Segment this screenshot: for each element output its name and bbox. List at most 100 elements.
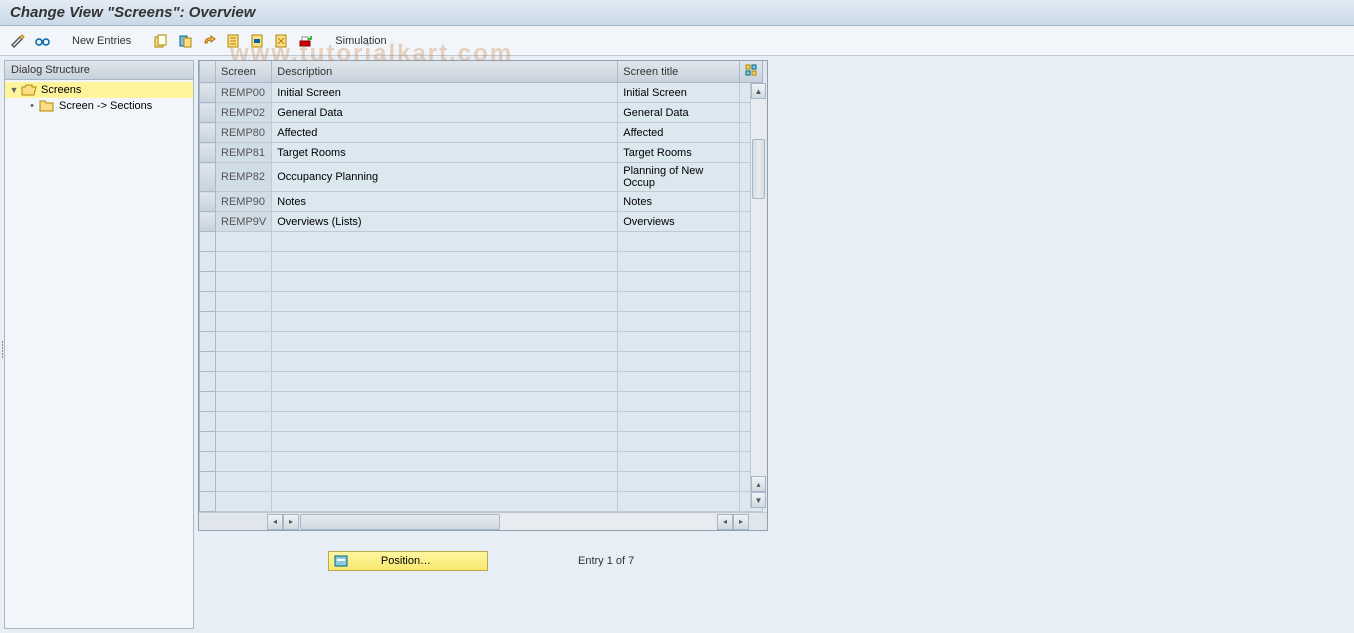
cell-description[interactable]: Overviews (Lists) bbox=[272, 212, 618, 232]
undo-change-icon[interactable] bbox=[199, 31, 219, 51]
cell-screen-title[interactable]: Notes bbox=[618, 192, 740, 212]
cell-screen[interactable] bbox=[216, 312, 272, 332]
row-selector[interactable] bbox=[200, 83, 216, 103]
cell-screen[interactable] bbox=[216, 412, 272, 432]
delete-icon[interactable] bbox=[175, 31, 195, 51]
cell-screen-title[interactable] bbox=[618, 332, 740, 352]
row-selector[interactable] bbox=[200, 352, 216, 372]
table-settings-icon[interactable] bbox=[740, 61, 763, 83]
cell-description[interactable]: Notes bbox=[272, 192, 618, 212]
cell-screen[interactable] bbox=[216, 332, 272, 352]
row-selector[interactable] bbox=[200, 432, 216, 452]
cell-screen[interactable]: REMP90 bbox=[216, 192, 272, 212]
row-selector[interactable] bbox=[200, 452, 216, 472]
scroll-down-icon[interactable]: ▼ bbox=[751, 492, 766, 508]
cell-screen[interactable] bbox=[216, 492, 272, 512]
row-selector[interactable] bbox=[200, 232, 216, 252]
col-header-description[interactable]: Description bbox=[272, 61, 618, 83]
row-selector[interactable] bbox=[200, 332, 216, 352]
cell-description[interactable] bbox=[272, 372, 618, 392]
cell-screen-title[interactable] bbox=[618, 372, 740, 392]
cell-screen-title[interactable]: Overviews bbox=[618, 212, 740, 232]
cell-screen[interactable] bbox=[216, 252, 272, 272]
select-block-icon[interactable] bbox=[247, 31, 267, 51]
cell-screen[interactable]: REMP81 bbox=[216, 143, 272, 163]
cell-screen-title[interactable] bbox=[618, 452, 740, 472]
cell-description[interactable] bbox=[272, 332, 618, 352]
cell-description[interactable] bbox=[272, 232, 618, 252]
col-header-screen[interactable]: Screen bbox=[216, 61, 272, 83]
vertical-scrollbar[interactable]: ▲ ▴ ▼ bbox=[750, 83, 766, 508]
row-selector[interactable] bbox=[200, 392, 216, 412]
cell-description[interactable] bbox=[272, 272, 618, 292]
scroll-right-icon[interactable]: ◂ bbox=[717, 514, 733, 530]
table-row-empty[interactable] bbox=[200, 312, 763, 332]
table-row-empty[interactable] bbox=[200, 372, 763, 392]
table-row-empty[interactable] bbox=[200, 332, 763, 352]
horizontal-scrollbar[interactable]: ◂ ▸ ◂ ▸ bbox=[199, 512, 767, 530]
row-selector[interactable] bbox=[200, 143, 216, 163]
row-selector[interactable] bbox=[200, 252, 216, 272]
cell-screen[interactable] bbox=[216, 472, 272, 492]
select-all-header[interactable] bbox=[200, 61, 216, 83]
row-selector[interactable] bbox=[200, 272, 216, 292]
scroll-thumb[interactable] bbox=[752, 139, 765, 199]
cell-description[interactable] bbox=[272, 312, 618, 332]
cell-description[interactable] bbox=[272, 492, 618, 512]
splitter-handle[interactable] bbox=[2, 340, 5, 364]
row-selector[interactable] bbox=[200, 212, 216, 232]
cell-description[interactable] bbox=[272, 252, 618, 272]
cell-screen[interactable]: REMP80 bbox=[216, 123, 272, 143]
row-selector[interactable] bbox=[200, 163, 216, 192]
row-selector[interactable] bbox=[200, 192, 216, 212]
table-row-empty[interactable] bbox=[200, 452, 763, 472]
table-row[interactable]: REMP82Occupancy PlanningPlanning of New … bbox=[200, 163, 763, 192]
deselect-all-icon[interactable] bbox=[271, 31, 291, 51]
cell-screen[interactable]: REMP82 bbox=[216, 163, 272, 192]
row-selector[interactable] bbox=[200, 123, 216, 143]
cell-screen-title[interactable]: Planning of New Occup bbox=[618, 163, 740, 192]
table-row-empty[interactable] bbox=[200, 352, 763, 372]
table-row-empty[interactable] bbox=[200, 392, 763, 412]
cell-screen[interactable] bbox=[216, 432, 272, 452]
cell-screen[interactable] bbox=[216, 352, 272, 372]
cell-screen[interactable]: REMP00 bbox=[216, 83, 272, 103]
tree-item-screens[interactable]: ▼ Screens bbox=[5, 82, 193, 98]
h-scroll-thumb[interactable] bbox=[300, 514, 500, 530]
cell-screen-title[interactable] bbox=[618, 292, 740, 312]
cell-description[interactable]: Occupancy Planning bbox=[272, 163, 618, 192]
row-selector[interactable] bbox=[200, 412, 216, 432]
cell-screen[interactable] bbox=[216, 372, 272, 392]
table-row-empty[interactable] bbox=[200, 232, 763, 252]
scroll-left-icon[interactable]: ▸ bbox=[283, 514, 299, 530]
cell-screen[interactable] bbox=[216, 232, 272, 252]
cell-screen[interactable] bbox=[216, 392, 272, 412]
scroll-up-icon[interactable]: ▲ bbox=[751, 83, 766, 99]
glasses-other-view-icon[interactable] bbox=[32, 31, 52, 51]
cell-screen-title[interactable] bbox=[618, 492, 740, 512]
cell-description[interactable]: Affected bbox=[272, 123, 618, 143]
tree-item-screen-sections[interactable]: • Screen -> Sections bbox=[5, 98, 193, 114]
h-scroll-track[interactable] bbox=[300, 514, 716, 530]
cell-screen-title[interactable] bbox=[618, 272, 740, 292]
row-selector[interactable] bbox=[200, 372, 216, 392]
position-button[interactable]: Position… bbox=[328, 551, 488, 571]
cell-description[interactable] bbox=[272, 412, 618, 432]
cell-screen-title[interactable]: Target Rooms bbox=[618, 143, 740, 163]
table-row[interactable]: REMP9VOverviews (Lists)Overviews bbox=[200, 212, 763, 232]
cell-screen-title[interactable] bbox=[618, 312, 740, 332]
table-row[interactable]: REMP81Target RoomsTarget Rooms bbox=[200, 143, 763, 163]
new-entries-button[interactable]: New Entries bbox=[64, 33, 139, 49]
table-row-empty[interactable] bbox=[200, 472, 763, 492]
scroll-down-small-icon[interactable]: ▴ bbox=[751, 476, 766, 492]
cell-description[interactable]: Target Rooms bbox=[272, 143, 618, 163]
cell-screen-title[interactable] bbox=[618, 232, 740, 252]
table-row[interactable]: REMP02General DataGeneral Data bbox=[200, 103, 763, 123]
table-row-empty[interactable] bbox=[200, 252, 763, 272]
copy-as-icon[interactable] bbox=[151, 31, 171, 51]
toggle-display-change-icon[interactable] bbox=[8, 31, 28, 51]
cell-description[interactable] bbox=[272, 392, 618, 412]
cell-screen-title[interactable] bbox=[618, 412, 740, 432]
cell-description[interactable] bbox=[272, 472, 618, 492]
table-row-empty[interactable] bbox=[200, 492, 763, 512]
